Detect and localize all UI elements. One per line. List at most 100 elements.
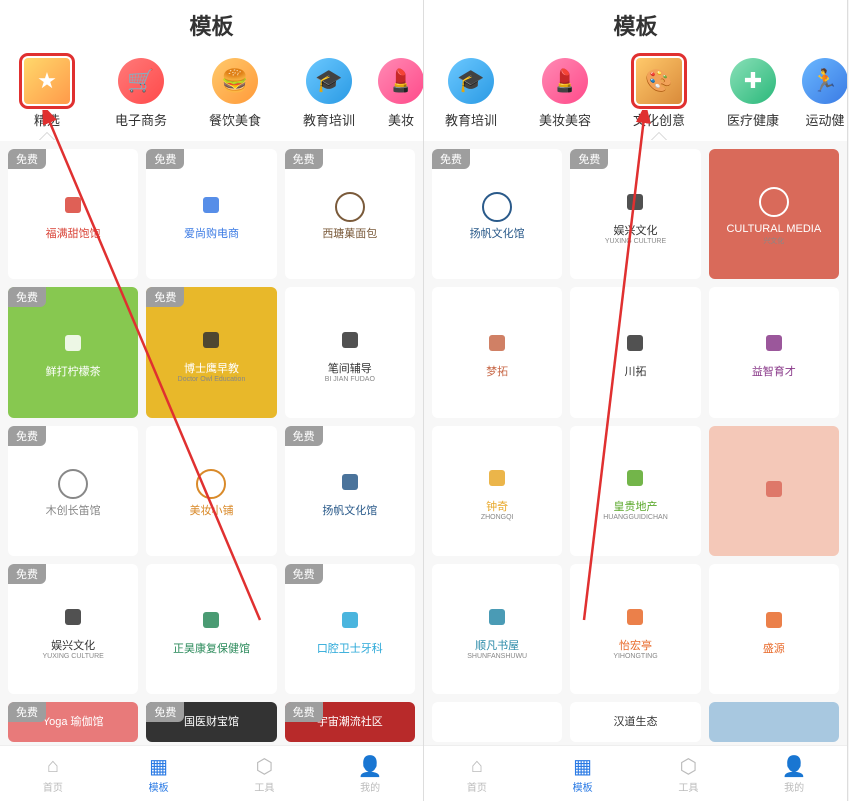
tab-icon: 👤 (357, 753, 383, 779)
category-文化创意[interactable]: 🎨文化创意 (612, 58, 706, 129)
template-title: 娱兴文化 (609, 224, 661, 238)
category-label: 教育培训 (445, 110, 497, 129)
template-logo-icon (615, 184, 655, 224)
tab-我的[interactable]: 👤我的 (317, 746, 423, 801)
template-logo-icon (477, 325, 517, 365)
template-title: 鲜打柠檬茶 (42, 365, 105, 379)
template-logo-icon (330, 322, 370, 362)
template-title: 盛源 (759, 642, 789, 656)
tab-label: 首页 (467, 779, 487, 794)
template-title: 笔间辅导 (324, 362, 376, 376)
template-card[interactable]: 免费扬帆文化馆 (432, 149, 562, 279)
category-label: 运动健 (805, 110, 844, 129)
template-logo-icon (615, 460, 655, 500)
category-scroller-left[interactable]: ★精选 🛒 电子商务 🍔餐饮美食🎓教育培训💄美妆 (0, 50, 423, 141)
template-title: 益智育才 (748, 365, 800, 379)
template-subtitle: HUANGGUIDICHAN (603, 514, 668, 521)
tab-icon: ▦ (570, 753, 596, 779)
tab-bar: ⌂首页▦模板⬡工具👤我的 (424, 745, 847, 801)
template-card[interactable]: 汉道生态 (570, 702, 700, 742)
tab-工具[interactable]: ⬡工具 (636, 746, 742, 801)
category-教育培训[interactable]: 🎓教育培训 (282, 58, 376, 129)
template-title: 顺凡书屋 (471, 639, 523, 653)
tab-模板[interactable]: ▦模板 (106, 746, 212, 801)
tab-工具[interactable]: ⬡工具 (212, 746, 318, 801)
free-badge: 免费 (285, 149, 323, 169)
category-icon: 🛒 (118, 58, 164, 104)
tab-首页[interactable]: ⌂首页 (424, 746, 530, 801)
template-logo-icon (754, 602, 794, 642)
template-card[interactable]: 免费口腔卫士牙科 (285, 564, 415, 694)
template-card[interactable]: 免费宇宙潮流社区 (285, 702, 415, 742)
template-logo-icon (615, 599, 655, 639)
category-label: 电子商务 (115, 110, 167, 129)
category-运动健[interactable]: 🏃 运动健 (800, 58, 847, 129)
template-card[interactable] (432, 702, 562, 742)
category-icon: ✚ (730, 58, 776, 104)
tab-我的[interactable]: 👤我的 (741, 746, 847, 801)
template-title: CULTURAL MEDIA (722, 222, 825, 236)
template-title: 福满甜饱饱 (42, 227, 105, 241)
free-badge: 免费 (146, 702, 184, 722)
template-card[interactable]: 免费娱兴文化YUXING CULTURE (8, 564, 138, 694)
template-title: 国医财宝馆 (180, 715, 243, 729)
free-badge: 免费 (285, 564, 323, 584)
category-餐饮美食[interactable]: 🍔餐饮美食 (188, 58, 282, 129)
template-card[interactable]: 顺凡书屋SHUNFANSHUWU (432, 564, 562, 694)
template-card[interactable]: 免费娱兴文化YUXING CULTURE (570, 149, 700, 279)
template-card[interactable]: 钟奇ZHONGQI (432, 426, 562, 556)
template-title: 川拓 (620, 365, 650, 379)
category-精选[interactable]: ★精选 (0, 58, 94, 129)
template-card[interactable]: 梦拓 (432, 287, 562, 417)
free-badge: 免费 (8, 149, 46, 169)
template-title: 汉道生态 (609, 715, 661, 729)
template-card[interactable]: 免费国医财宝馆 (146, 702, 276, 742)
category-医疗健康[interactable]: ✚医疗健康 (706, 58, 800, 129)
tab-bar: ⌂首页▦模板⬡工具👤我的 (0, 745, 423, 801)
template-subtitle: SHUNFANSHUWU (467, 653, 527, 660)
template-card[interactable]: 免费木创长笛馆 (8, 426, 138, 556)
tab-模板[interactable]: ▦模板 (530, 746, 636, 801)
tab-label: 模板 (149, 779, 169, 794)
category-教育培训[interactable]: 🎓教育培训 (424, 58, 518, 129)
template-card[interactable] (709, 702, 839, 742)
template-card[interactable]: 免费博士鹰早教Doctor Owl Education (146, 287, 276, 417)
template-card[interactable]: 免费爱尚购电商 (146, 149, 276, 279)
template-title: 爱尚购电商 (180, 227, 243, 241)
category-icon: 🏃 (802, 58, 847, 104)
template-card[interactable]: CULTURAL MEDIA兴文化 (709, 149, 839, 279)
category-icon: 💄 (378, 58, 423, 104)
template-title: 梦拓 (482, 365, 512, 379)
template-card[interactable]: 免费鲜打柠檬茶 (8, 287, 138, 417)
template-logo-icon (330, 602, 370, 642)
template-card[interactable]: 正昊康复保健馆 (146, 564, 276, 694)
template-title: 怡宏亭 (615, 639, 656, 653)
tab-icon: ▦ (146, 753, 172, 779)
template-card[interactable]: 川拓 (570, 287, 700, 417)
template-grid-right: 免费扬帆文化馆免费娱兴文化YUXING CULTURECULTURAL MEDI… (424, 141, 847, 750)
template-title: 正昊康复保健馆 (169, 642, 254, 656)
template-card[interactable] (709, 426, 839, 556)
category-美妆美容[interactable]: 💄美妆美容 (518, 58, 612, 129)
template-card[interactable]: 益智育才 (709, 287, 839, 417)
category-scroller-right[interactable]: 🎓教育培训💄美妆美容🎨文化创意✚医疗健康🏃 运动健 (424, 50, 847, 141)
free-badge: 免费 (8, 702, 46, 722)
template-card[interactable]: 笔间辅导BI JIAN FUDAO (285, 287, 415, 417)
template-card[interactable]: 怡宏亭YIHONGTING (570, 564, 700, 694)
template-subtitle: YUXING CULTURE (605, 238, 666, 245)
category-电子商务[interactable]: 🛒 电子商务 (94, 58, 188, 129)
template-card[interactable]: 盛源 (709, 564, 839, 694)
template-card[interactable]: 免费西瑭菓面包 (285, 149, 415, 279)
template-card[interactable]: 皇贵地产HUANGGUIDICHAN (570, 426, 700, 556)
template-card[interactable]: 免费福满甜饱饱 (8, 149, 138, 279)
free-badge: 免费 (570, 149, 608, 169)
template-title: 美妆小铺 (185, 504, 237, 518)
template-title: Yoga 瑜伽馆 (39, 715, 108, 729)
tab-首页[interactable]: ⌂首页 (0, 746, 106, 801)
right-pane: 模板 🎓教育培训💄美妆美容🎨文化创意✚医疗健康🏃运动健 免费扬帆文化馆免费娱兴文… (424, 0, 848, 801)
template-card[interactable]: 免费扬帆文化馆 (285, 426, 415, 556)
free-badge: 免费 (146, 287, 184, 307)
category-美妆[interactable]: 💄美妆 (376, 58, 423, 129)
template-card[interactable]: 美妆小铺 (146, 426, 276, 556)
template-card[interactable]: 免费Yoga 瑜伽馆 (8, 702, 138, 742)
